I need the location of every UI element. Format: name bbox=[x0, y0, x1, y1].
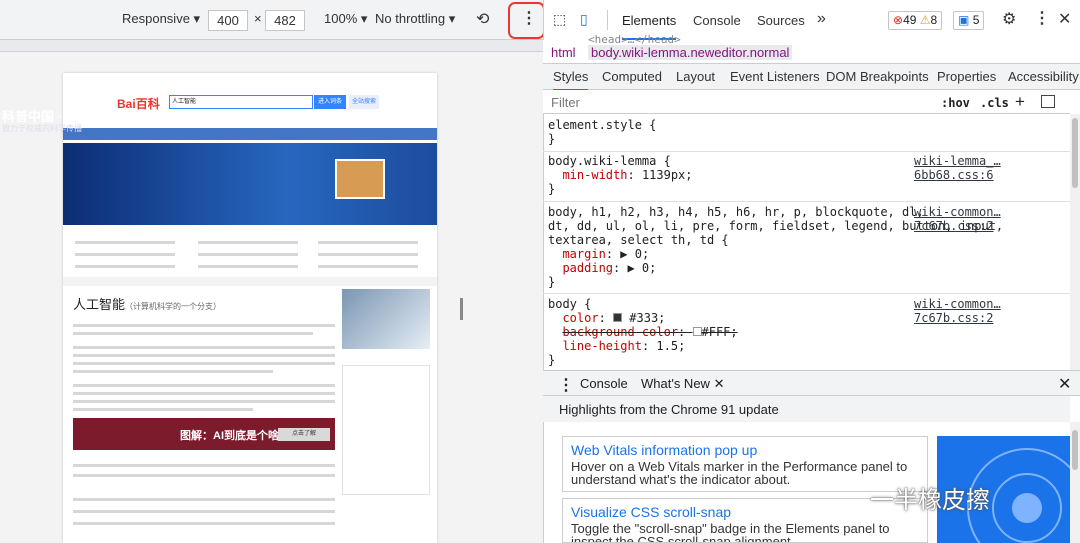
drawer-tab-console[interactable]: Console bbox=[580, 376, 628, 391]
new-rule-button[interactable]: + bbox=[1015, 92, 1025, 112]
subtab-styles[interactable]: Styles bbox=[553, 69, 589, 91]
inspect-icon[interactable]: ⬚ bbox=[553, 11, 566, 28]
rule-element-style: element.style { } bbox=[548, 118, 657, 146]
subtab-computed[interactable]: Computed bbox=[602, 69, 662, 84]
ruler bbox=[0, 40, 543, 52]
rule-body-wiki-lemma: body.wiki-lemma { min-width: 1139px; } bbox=[548, 154, 693, 196]
source-link[interactable]: wiki-common…7c67b.css:2 bbox=[914, 205, 1080, 233]
issues-badge[interactable]: ⊗49 ⚠8 bbox=[888, 11, 943, 30]
article-title: 人工智能（计算机科学的一个分支） bbox=[73, 297, 222, 312]
resize-handle[interactable] bbox=[460, 298, 463, 320]
messages-badge[interactable]: ▣ 5 bbox=[953, 11, 985, 30]
subtab-properties[interactable]: Properties bbox=[937, 69, 996, 84]
ad-button[interactable]: 点击了解 bbox=[278, 428, 330, 441]
card-title[interactable]: Web Vitals information pop up bbox=[563, 437, 927, 458]
throttle-select[interactable]: No throttling ▾ bbox=[375, 11, 455, 27]
source-link[interactable]: wiki-lemma_…6bb68.css:6 bbox=[914, 154, 1080, 182]
subtab-event-listeners[interactable]: Event Listeners bbox=[730, 69, 820, 84]
breadcrumb-html[interactable]: html bbox=[551, 45, 576, 60]
toggle-sidebar-icon[interactable] bbox=[1041, 95, 1055, 108]
devtools-menu-icon[interactable]: ⋮ bbox=[1034, 8, 1050, 28]
drawer-scroll-thumb[interactable] bbox=[1072, 430, 1078, 470]
rule-body: body { color: #333; background-color: #F… bbox=[548, 297, 738, 367]
styles-scroll-thumb[interactable] bbox=[1072, 118, 1078, 188]
rotate-icon[interactable]: ⟲ bbox=[476, 9, 489, 29]
highlights-text: Highlights from the Chrome 91 update bbox=[559, 402, 779, 417]
site-search-button[interactable]: 全站搜索 bbox=[349, 95, 379, 109]
settings-icon[interactable]: ⚙ bbox=[1002, 9, 1016, 29]
times-sign: × bbox=[254, 11, 262, 26]
subtab-accessibility[interactable]: Accessibility bbox=[1008, 69, 1079, 84]
banner-video-thumb[interactable] bbox=[335, 159, 385, 199]
breadcrumb-body[interactable]: body.wiki-lemma.neweditor.normal bbox=[588, 45, 793, 60]
ad-text: 图解：AI到底是个啥？ bbox=[180, 430, 290, 442]
subtab-dom-breakpoints[interactable]: DOM Breakpoints bbox=[826, 69, 929, 84]
more-tabs-button[interactable]: » bbox=[817, 10, 826, 28]
close-drawer-icon[interactable]: ✕ bbox=[1058, 374, 1071, 394]
tab-console[interactable]: Console bbox=[693, 13, 741, 28]
hov-button[interactable]: :hov bbox=[941, 96, 970, 110]
subtab-layout[interactable]: Layout bbox=[676, 69, 715, 84]
device-toggle-icon[interactable]: ▯ bbox=[580, 11, 588, 28]
zoom-select[interactable]: 100% ▾ bbox=[324, 11, 367, 27]
annotation-highlight bbox=[508, 2, 545, 39]
page-search-input[interactable]: 人工智能 bbox=[169, 95, 313, 109]
page-nav bbox=[63, 128, 437, 140]
article-image[interactable] bbox=[342, 289, 430, 349]
baike-logo[interactable]: Bai百科 bbox=[117, 95, 160, 112]
source-link[interactable]: wiki-common…7c67b.css:2 bbox=[914, 297, 1080, 325]
device-mode-select[interactable]: Responsive ▾ bbox=[122, 11, 200, 27]
cls-button[interactable]: .cls bbox=[980, 96, 1009, 110]
drawer-menu-icon[interactable]: ⋮ bbox=[558, 375, 574, 395]
height-input[interactable]: 482 bbox=[265, 10, 305, 31]
watermark: 一半橡皮擦 bbox=[870, 487, 990, 514]
width-input[interactable]: 400 bbox=[208, 10, 248, 31]
card-desc: Toggle the "scroll-snap" badge in the El… bbox=[571, 521, 890, 543]
drawer-tab-whats-new[interactable]: What's New ✕ bbox=[641, 376, 725, 398]
filter-input[interactable]: Filter bbox=[551, 95, 580, 110]
tab-sources[interactable]: Sources bbox=[757, 13, 805, 28]
enter-entry-button[interactable]: 进入词条 bbox=[314, 95, 346, 109]
close-devtools-icon[interactable]: ✕ bbox=[1058, 9, 1071, 29]
banner-subtitle: 致力于权威的科学传播 bbox=[2, 124, 82, 133]
